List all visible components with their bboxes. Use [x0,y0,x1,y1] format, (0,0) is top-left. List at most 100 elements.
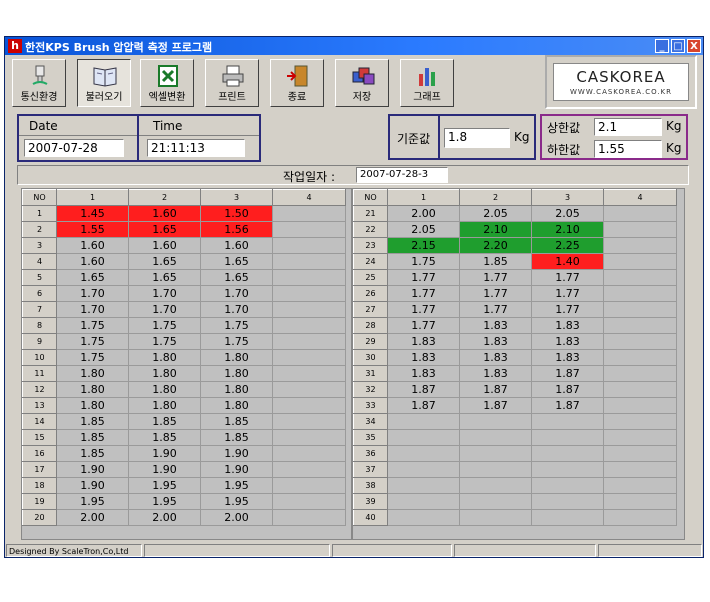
row-number[interactable]: 39 [353,493,388,510]
measurement-cell[interactable]: 1.83 [459,349,532,366]
measurement-cell[interactable]: 1.80 [200,349,273,366]
measurement-cell[interactable]: 1.83 [387,333,460,350]
exit-button[interactable]: 종료 [270,59,324,107]
row-number[interactable]: 21 [353,205,388,222]
measurement-cell[interactable]: 2.00 [387,205,460,222]
measurement-cell[interactable]: 2.10 [459,221,532,238]
measurement-cell[interactable] [603,349,677,366]
measurement-cell[interactable] [531,445,604,462]
row-number[interactable]: 4 [22,253,57,270]
measurement-cell[interactable]: 2.15 [387,237,460,254]
measurement-cell[interactable]: 1.77 [387,269,460,286]
measurement-cell[interactable] [459,477,532,494]
measurement-cell[interactable] [272,221,346,238]
measurement-cell[interactable]: 1.90 [56,461,129,478]
measurement-cell[interactable] [531,413,604,430]
measurement-cell[interactable] [459,413,532,430]
measurement-cell[interactable]: 1.83 [459,365,532,382]
row-number[interactable]: 10 [22,349,57,366]
measurement-cell[interactable]: 2.05 [459,205,532,222]
measurement-cell[interactable] [603,269,677,286]
measurement-cell[interactable]: 1.90 [200,461,273,478]
measurement-cell[interactable]: 1.77 [531,269,604,286]
row-number[interactable]: 19 [22,493,57,510]
measurement-cell[interactable]: 1.85 [200,413,273,430]
maximize-button[interactable]: □ [671,39,685,53]
table-row[interactable]: 34 [353,413,677,430]
measurement-cell[interactable] [531,493,604,510]
measurement-cell[interactable] [603,301,677,318]
measurement-cell[interactable]: 2.05 [387,221,460,238]
lower-limit-field[interactable]: 1.55 [594,140,662,158]
measurement-cell[interactable] [272,333,346,350]
measurement-cell[interactable]: 2.00 [56,509,129,526]
measurement-cell[interactable]: 1.95 [200,493,273,510]
measurement-cell[interactable]: 1.56 [200,221,273,238]
table-row[interactable]: 28 1.77 1.83 1.83 [353,317,677,334]
graph-button[interactable]: 그래프 [400,59,454,107]
measurement-cell[interactable]: 1.75 [200,333,273,350]
table-row[interactable]: 29 1.83 1.83 1.83 [353,333,677,350]
row-number[interactable]: 2 [22,221,57,238]
measurement-cell[interactable]: 1.60 [56,237,129,254]
measurement-cell[interactable]: 1.90 [128,461,201,478]
row-number[interactable]: 18 [22,477,57,494]
measurement-cell[interactable]: 1.85 [56,413,129,430]
measurement-cell[interactable] [531,477,604,494]
title-bar[interactable]: h 한전KPS Brush 압압력 측정 프로그램 _ □ X [5,37,703,55]
measurement-cell[interactable]: 1.75 [56,317,129,334]
row-number[interactable]: 14 [22,413,57,430]
row-number[interactable]: 7 [22,301,57,318]
measurement-cell[interactable] [387,509,460,526]
measurement-cell[interactable] [272,301,346,318]
table-row[interactable]: 38 [353,477,677,494]
row-number[interactable]: 15 [22,429,57,446]
table-row[interactable]: 20 2.00 2.00 2.00 [22,509,346,526]
table-row[interactable]: 7 1.70 1.70 1.70 [22,301,346,318]
measurement-cell[interactable] [272,365,346,382]
measurement-cell[interactable] [603,445,677,462]
measurement-cell[interactable] [272,493,346,510]
measurement-cell[interactable]: 1.75 [128,333,201,350]
table-row[interactable]: 32 1.87 1.87 1.87 [353,381,677,398]
measurement-cell[interactable] [272,509,346,526]
measurement-cell[interactable]: 1.85 [56,445,129,462]
table-row[interactable]: 33 1.87 1.87 1.87 [353,397,677,414]
measurement-cell[interactable] [603,317,677,334]
measurement-cell[interactable] [603,205,677,222]
row-number[interactable]: 28 [353,317,388,334]
measurement-cell[interactable]: 1.70 [56,285,129,302]
measurement-cell[interactable]: 1.65 [128,221,201,238]
measurement-cell[interactable]: 1.95 [128,493,201,510]
measurement-cell[interactable]: 1.83 [387,365,460,382]
measurement-cell[interactable]: 2.25 [531,237,604,254]
measurement-cell[interactable]: 1.83 [531,333,604,350]
row-number[interactable]: 29 [353,333,388,350]
measurement-cell[interactable] [603,429,677,446]
table-row[interactable]: 4 1.60 1.65 1.65 [22,253,346,270]
row-number[interactable]: 33 [353,397,388,414]
measurement-cell[interactable] [272,429,346,446]
minimize-button[interactable]: _ [655,39,669,53]
measurement-cell[interactable]: 1.65 [56,269,129,286]
measurement-cell[interactable] [387,477,460,494]
measurement-cell[interactable]: 1.95 [200,477,273,494]
row-number[interactable]: 12 [22,381,57,398]
table-row[interactable]: 21 2.00 2.05 2.05 [353,205,677,222]
table-row[interactable]: 25 1.77 1.77 1.77 [353,269,677,286]
column-header-3[interactable]: 3 [531,189,604,206]
measurement-cell[interactable]: 1.80 [128,381,201,398]
column-header-4[interactable]: 4 [603,189,677,206]
measurement-cell[interactable]: 1.83 [459,333,532,350]
table-row[interactable]: 13 1.80 1.80 1.80 [22,397,346,414]
table-row[interactable]: 35 [353,429,677,446]
date-field[interactable]: 2007-07-28 [24,139,124,157]
measurement-cell[interactable] [387,429,460,446]
table-row[interactable]: 2 1.55 1.65 1.56 [22,221,346,238]
row-number[interactable]: 31 [353,365,388,382]
measurement-cell[interactable]: 1.77 [387,317,460,334]
close-button[interactable]: X [687,39,701,53]
measurement-cell[interactable] [603,365,677,382]
row-number[interactable]: 23 [353,237,388,254]
table-row[interactable]: 24 1.75 1.85 1.40 [353,253,677,270]
